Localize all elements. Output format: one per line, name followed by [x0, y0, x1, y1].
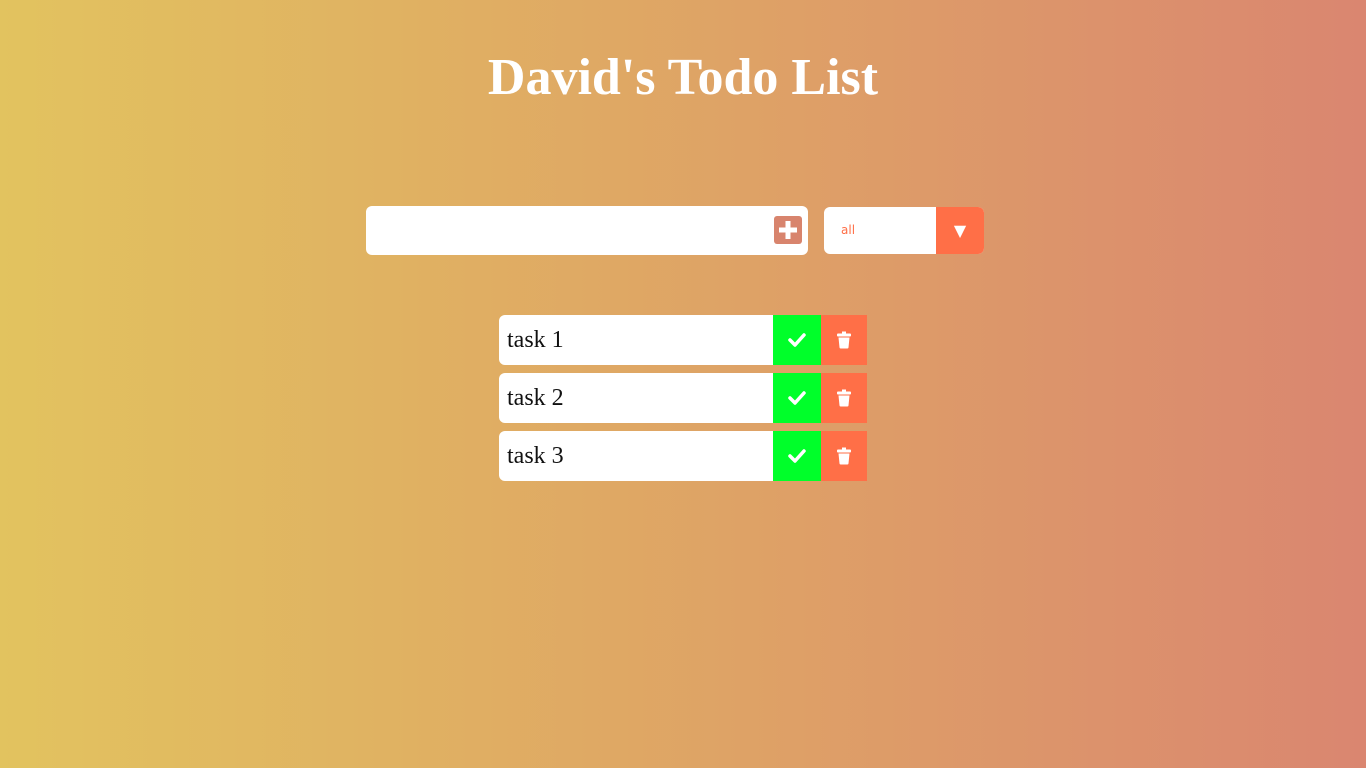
todo-item-text: task 3	[507, 443, 564, 469]
check-icon	[788, 391, 806, 405]
todo-item-text: task 2	[507, 385, 564, 411]
complete-button[interactable]	[773, 315, 821, 365]
todo-item: task 2	[499, 373, 867, 423]
todo-item: task 1	[499, 315, 867, 365]
delete-button[interactable]	[821, 431, 867, 481]
check-icon	[788, 333, 806, 347]
filter-selected-value: all	[841, 223, 856, 237]
trash-icon	[837, 331, 851, 349]
complete-button[interactable]	[773, 431, 821, 481]
todo-input[interactable]	[366, 206, 766, 255]
check-icon	[788, 449, 806, 463]
complete-button[interactable]	[773, 373, 821, 423]
filter-select[interactable]: all ▼	[824, 207, 984, 254]
todo-input-wrapper	[366, 206, 808, 255]
todo-item-text: task 1	[507, 327, 564, 353]
dropdown-arrow-icon: ▼	[936, 207, 984, 254]
page-title: David's Todo List	[487, 49, 879, 106]
delete-button[interactable]	[821, 315, 867, 365]
todo-list: task 1 task 2 task 3	[499, 315, 867, 489]
delete-button[interactable]	[821, 373, 867, 423]
trash-icon	[837, 447, 851, 465]
todo-item: task 3	[499, 431, 867, 481]
add-todo-button[interactable]	[774, 216, 802, 244]
trash-icon	[837, 389, 851, 407]
